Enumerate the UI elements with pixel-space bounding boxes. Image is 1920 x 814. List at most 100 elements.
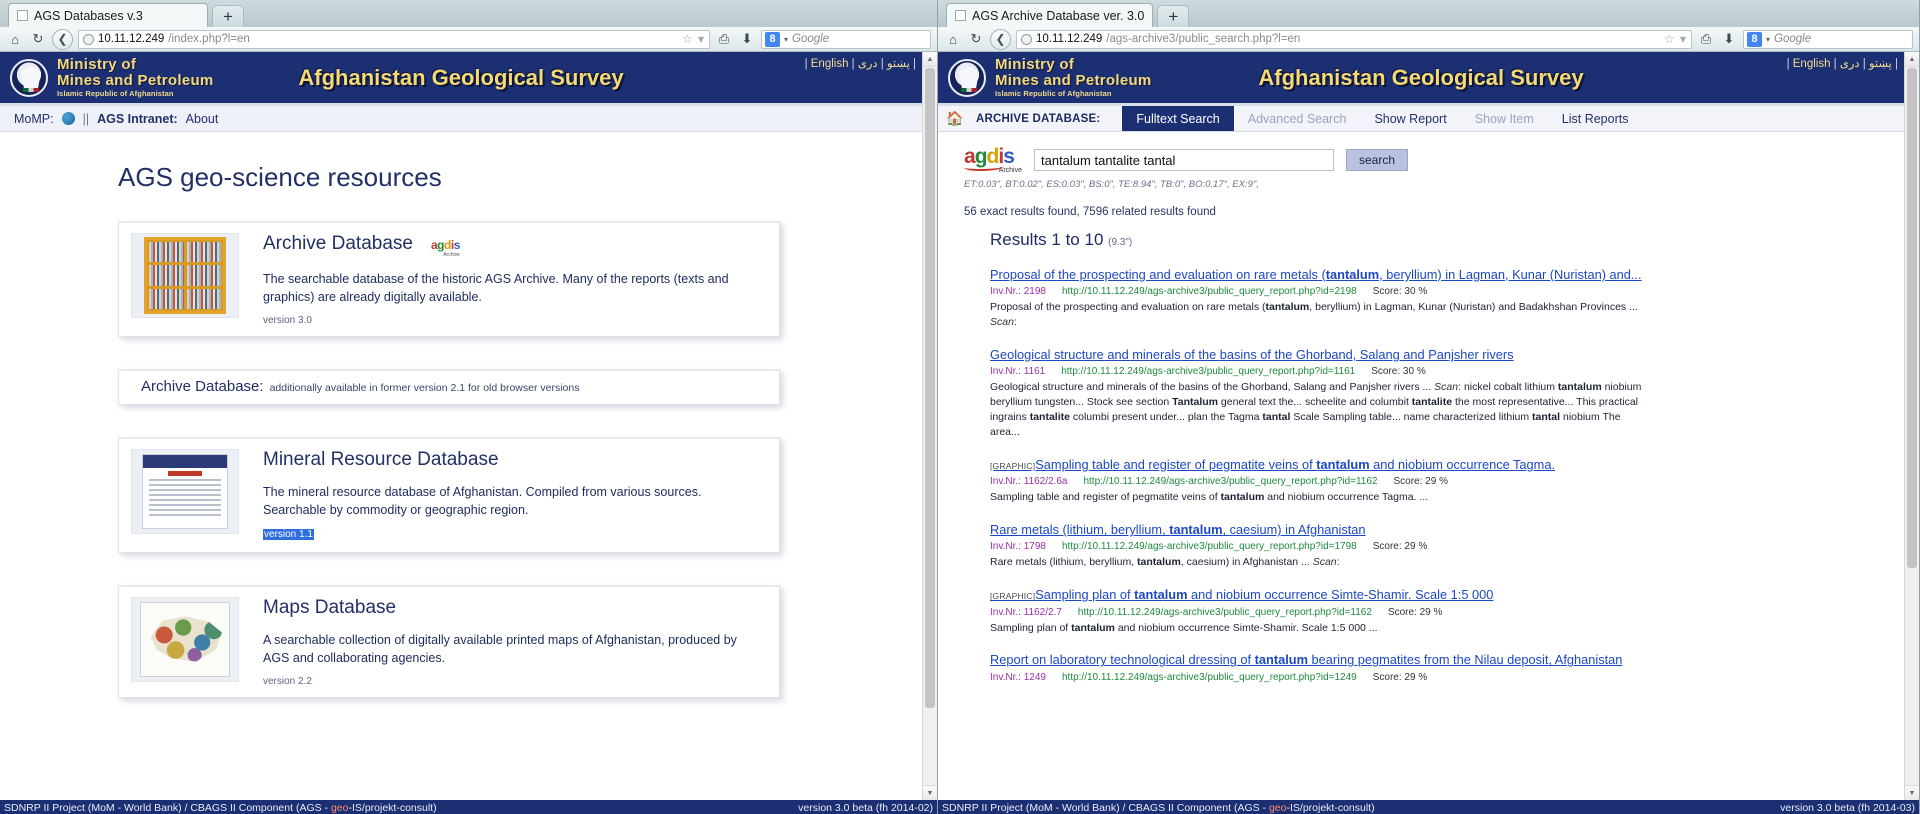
lang-link-dari[interactable]: دری [858, 58, 878, 70]
database-nav: 🏠 ARCHIVE DATABASE: Fulltext Search Adva… [938, 106, 1904, 132]
bookshelf-art [144, 237, 226, 314]
page-content-left: Ministry of Mines and Petroleum Islamic … [0, 52, 922, 800]
lang-link-pashto[interactable]: پښتو [887, 58, 910, 70]
result-meta: Inv.Nr.: 1249 http://10.11.12.249/ags-ar… [990, 672, 1650, 683]
result-score: Score: 30 % [1372, 286, 1428, 298]
tab-advanced-search[interactable]: Advanced Search [1234, 106, 1361, 131]
globe-icon[interactable] [61, 112, 75, 125]
resource-card-mineral-resource-database[interactable]: Mineral Resource Database The mineral re… [118, 437, 780, 553]
back-button[interactable]: ❮ [990, 28, 1011, 50]
result-title-link[interactable]: [GRAPHIC]Sampling table and register of … [990, 456, 1650, 473]
browser-window-left: AGS Databases v.3 + ⌂ ↻ ❮ 10.11.12.249 /… [0, 0, 938, 814]
result-inv-nr: Inv.Nr.: 1161 [990, 366, 1046, 378]
bookshelf-photo-thumbnail[interactable] [131, 233, 239, 318]
card-version: version 1.1 [263, 528, 314, 540]
geological-map-thumbnail[interactable] [131, 596, 239, 682]
card-version: version 2.2 [263, 675, 312, 687]
resource-card-archive-legacy[interactable]: Archive Database: additionally available … [118, 369, 780, 406]
ags-intranet-label: AGS Intranet: [97, 111, 178, 126]
report-cover-thumbnail[interactable] [131, 449, 239, 535]
lang-link-pashto[interactable]: پښتو [1869, 58, 1892, 70]
scrollbar-thumb[interactable] [1907, 68, 1917, 568]
bookmark-star-icon[interactable]: ☆ ▾ [1664, 32, 1687, 46]
scroll-up-arrow-icon[interactable]: ▲ [1905, 52, 1919, 67]
lang-link-dari[interactable]: دری [1840, 58, 1860, 70]
tab-list-reports[interactable]: List Reports [1548, 106, 1643, 131]
browser-tab-ags-databases[interactable]: AGS Databases v.3 [8, 3, 208, 27]
bookmark-star-icon[interactable]: ☆ ▾ [682, 32, 705, 46]
url-input[interactable]: 10.11.12.249 /ags-archive3/public_search… [1016, 29, 1692, 49]
browser-tab-ags-archive-database[interactable]: AGS Archive Database ver. 3.0 [946, 3, 1154, 27]
result-score: Score: 29 % [1393, 476, 1448, 488]
home-icon[interactable]: 🏠 [938, 106, 972, 131]
chevron-down-icon[interactable]: ▾ [1766, 35, 1770, 44]
tab-fulltext-search[interactable]: Fulltext Search [1122, 106, 1234, 131]
result-title-link[interactable]: Rare metals (lithium, beryllium, tantalu… [990, 521, 1650, 538]
download-icon[interactable]: ⬇ [1720, 30, 1738, 48]
download-icon[interactable]: ⬇ [738, 30, 756, 48]
toolbar-search-input[interactable]: 8 ▾ Google [761, 29, 931, 49]
scroll-up-arrow-icon[interactable]: ▲ [923, 52, 937, 67]
result-title-link[interactable]: Proposal of the prospecting and evaluati… [990, 266, 1650, 283]
search-button[interactable]: search [1346, 149, 1408, 171]
back-button[interactable]: ❮ [52, 28, 73, 50]
home-icon[interactable]: ⌂ [944, 30, 962, 48]
page-content-right: Ministry of Mines and Petroleum Islamic … [938, 52, 1904, 800]
result-url: http://10.11.12.249/ags-archive3/public_… [1061, 286, 1357, 298]
search-input[interactable] [1034, 149, 1334, 171]
scrollbar-thumb[interactable] [925, 68, 935, 708]
new-tab-button[interactable]: + [212, 5, 244, 27]
site-header-right: Ministry of Mines and Petroleum Islamic … [938, 52, 1904, 106]
tab-show-report[interactable]: Show Report [1360, 106, 1460, 131]
card-title[interactable]: Archive Database [263, 233, 413, 255]
ministry-crest-icon [948, 58, 986, 97]
scroll-down-arrow-icon[interactable]: ▼ [1905, 785, 1919, 800]
nav-item-about[interactable]: About [186, 112, 219, 126]
result-title-link[interactable]: [GRAPHIC]Sampling plan of tantalum and n… [990, 586, 1650, 603]
ministry-line-2: Mines and Petroleum [995, 71, 1152, 89]
vertical-scrollbar-left[interactable]: ▲ ▼ [922, 52, 937, 800]
lang-link-english[interactable]: English [811, 58, 849, 70]
lang-sep-3: | [877, 58, 887, 70]
resource-card-archive-database[interactable]: Archive Database agdis Archive The search… [118, 221, 780, 338]
status-bar-project: SDNRP II Project (MoM - World Bank) / CB… [4, 802, 437, 814]
page-viewport-right: Ministry of Mines and Petroleum Islamic … [938, 52, 1919, 800]
tab-title: AGS Archive Database ver. 3.0 [972, 8, 1145, 23]
results-container: Results 1 to 10 (9.3") Proposal of the p… [990, 230, 1904, 683]
result-title-link[interactable]: Geological structure and minerals of the… [990, 346, 1650, 363]
site-identity-icon [83, 33, 94, 45]
result-title-link[interactable]: Report on laboratory technological dress… [990, 651, 1650, 668]
result-meta: Inv.Nr.: 1161 http://10.11.12.249/ags-ar… [990, 366, 1650, 377]
momp-label[interactable]: MoMP: [14, 112, 54, 126]
card-description: The searchable database of the historic … [263, 272, 729, 305]
resource-card-maps-database[interactable]: Maps Database A searchable collection of… [118, 584, 780, 698]
new-tab-button[interactable]: + [1157, 5, 1190, 27]
result-item: Rare metals (lithium, beryllium, tantalu… [990, 521, 1650, 570]
scroll-down-arrow-icon[interactable]: ▼ [923, 785, 937, 800]
lang-link-english[interactable]: English [1793, 58, 1831, 70]
reload-icon[interactable]: ↻ [29, 30, 47, 48]
toolbar-search-input[interactable]: 8 ▾ Google [1743, 29, 1913, 49]
browser-window-right: AGS Archive Database ver. 3.0 + ⌂ ↻ ❮ 10… [938, 0, 1920, 814]
timing-stats: ET:0.03", BT:0.02", ES:0.03", BS:0", TE:… [964, 179, 1259, 190]
vertical-scrollbar-right[interactable]: ▲ ▼ [1904, 52, 1919, 800]
url-host: 10.11.12.249 [98, 33, 165, 45]
navigation-toolbar-left: ⌂ ↻ ❮ 10.11.12.249 /index.php?l=en ☆ ▾ ⎙… [0, 27, 937, 52]
chevron-down-icon[interactable]: ▾ [784, 35, 788, 44]
home-icon[interactable]: ⌂ [6, 30, 24, 48]
result-meta: Inv.Nr.: 1798 http://10.11.12.249/ags-ar… [990, 541, 1650, 552]
reload-icon[interactable]: ↻ [967, 30, 985, 48]
tab-show-item[interactable]: Show Item [1461, 106, 1548, 131]
result-score: Score: 29 % [1372, 541, 1428, 553]
print-icon[interactable]: ⎙ [1697, 30, 1715, 48]
card-title[interactable]: Maps Database [263, 597, 396, 619]
search-form: agdis Archive search [964, 146, 1904, 174]
result-snippet: Sampling table and register of pegmatite… [990, 491, 1429, 504]
card-version: version 3.0 [263, 315, 312, 327]
card-title[interactable]: Mineral Resource Database [263, 449, 499, 471]
result-item: Geological structure and minerals of the… [990, 346, 1650, 440]
print-icon[interactable]: ⎙ [715, 30, 733, 48]
status-highlight: geo [1268, 802, 1287, 814]
url-input[interactable]: 10.11.12.249 /index.php?l=en ☆ ▾ [78, 29, 710, 49]
result-inv-nr: Inv.Nr.: 1162/2.6a [990, 476, 1068, 488]
